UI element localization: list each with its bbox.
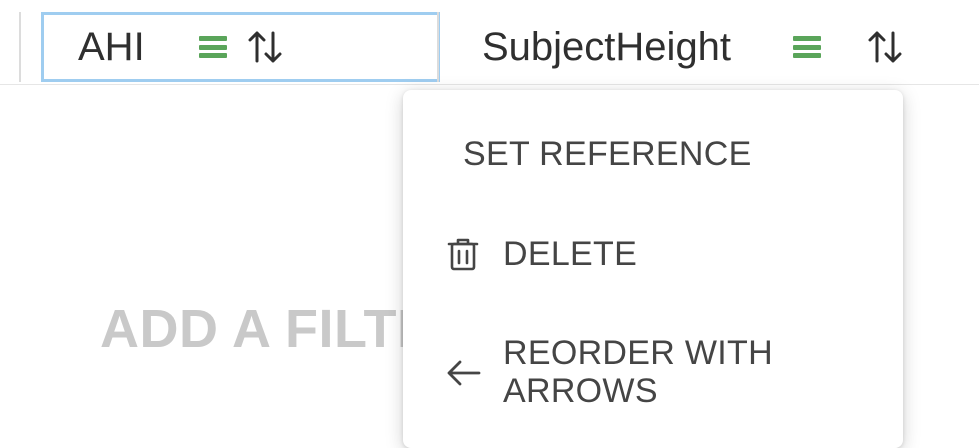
hamburger-menu-icon[interactable]: [198, 36, 227, 58]
column-context-menu: SET REFERENCE DELETE REORDER WITH ARROWS: [403, 90, 903, 448]
divider: [19, 12, 21, 82]
sort-up-down-icon[interactable]: [245, 27, 285, 67]
menu-item-reorder-with-arrows[interactable]: REORDER WITH ARROWS: [403, 330, 903, 416]
menu-item-label: REORDER WITH ARROWS: [503, 334, 773, 410]
menu-item-label: DELETE: [503, 235, 638, 273]
arrow-left-icon: [447, 360, 481, 386]
column-name: SubjectHeight: [482, 24, 732, 69]
menu-item-delete[interactable]: DELETE: [403, 226, 903, 282]
column-header-subjectheight[interactable]: SubjectHeight: [460, 12, 979, 82]
column-header-ahi[interactable]: AHI: [41, 12, 440, 82]
column-header-bar: AHI SubjectHeight: [0, 0, 979, 85]
divider: [437, 12, 439, 82]
menu-item-label: SET REFERENCE: [463, 135, 752, 173]
sort-up-down-icon[interactable]: [865, 27, 905, 67]
hamburger-menu-icon[interactable]: [793, 36, 822, 58]
trash-icon: [447, 238, 479, 271]
column-name: AHI: [78, 24, 145, 69]
menu-item-set-reference[interactable]: SET REFERENCE: [403, 128, 903, 180]
